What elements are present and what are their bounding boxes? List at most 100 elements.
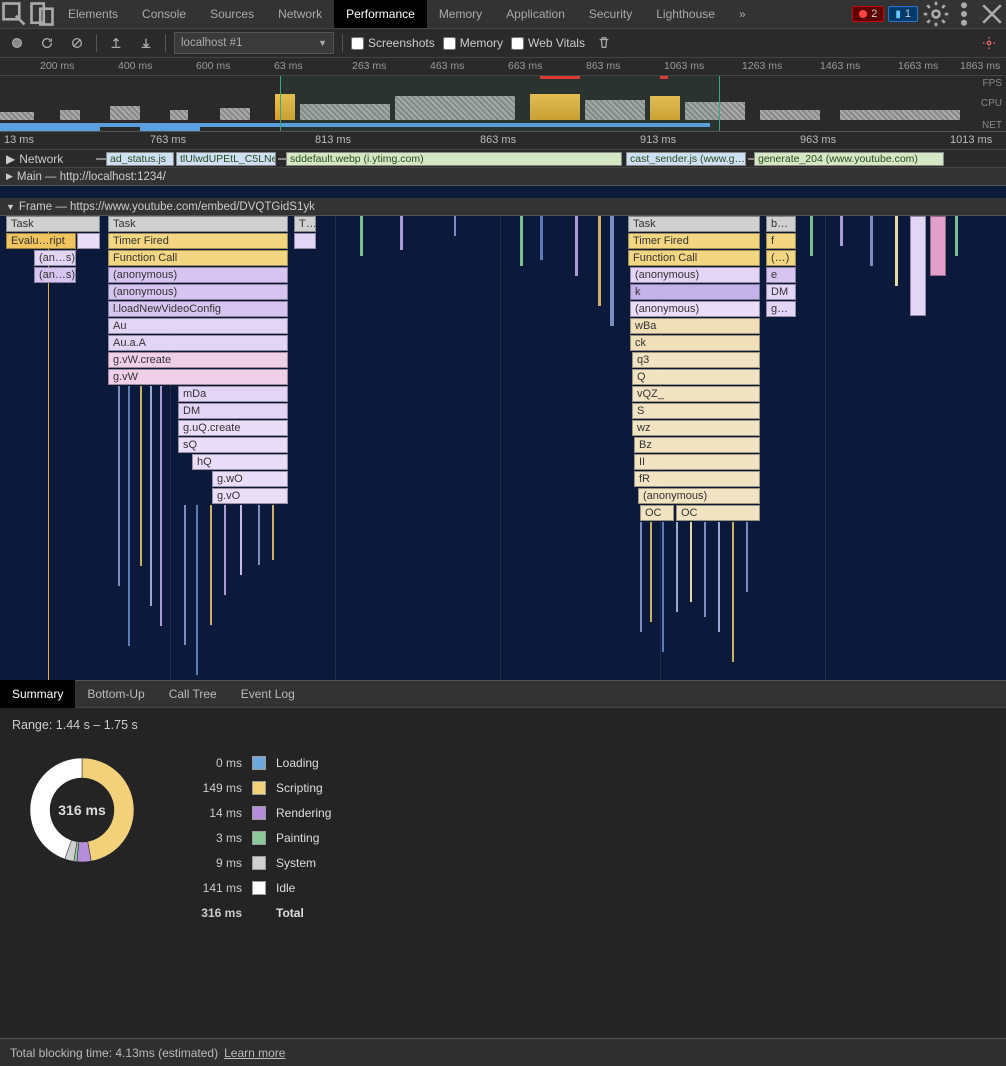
memory-checkbox[interactable]: Memory — [443, 36, 503, 50]
flame-cell[interactable]: (an…s) — [34, 267, 76, 283]
tab-network[interactable]: Network — [266, 0, 334, 28]
flame-cell[interactable]: OC — [640, 505, 674, 521]
messages-badge[interactable]: ▮1 — [888, 6, 918, 22]
main-thread[interactable]: ▶Main — http://localhost:1234/ — [0, 168, 1006, 198]
flame-cell[interactable]: (anonymous) — [108, 267, 288, 283]
tab-sources[interactable]: Sources — [198, 0, 266, 28]
flame-cell[interactable]: f — [766, 233, 796, 249]
flame-cell[interactable]: (anonymous) — [108, 284, 288, 300]
frame-flame[interactable]: Task Evalu…ript (an…s) (an…s) Task Timer… — [0, 216, 1006, 680]
flame-sliver — [454, 216, 456, 236]
tab-calltree[interactable]: Call Tree — [157, 680, 229, 708]
close-icon[interactable] — [978, 0, 1006, 28]
tab-summary[interactable]: Summary — [0, 680, 75, 708]
flame-cell[interactable]: g.vO — [212, 488, 288, 504]
network-request[interactable]: generate_204 (www.youtube.com) — [754, 152, 944, 166]
errors-badge[interactable]: 2 — [852, 6, 884, 22]
tab-security[interactable]: Security — [577, 0, 644, 28]
flame-cell[interactable]: DM — [766, 284, 796, 300]
flame-task[interactable]: Task — [628, 216, 760, 232]
network-request[interactable]: tlUlwdUPEtL_C5LNe — [176, 152, 276, 166]
flame-cell[interactable]: OC — [676, 505, 760, 521]
flame-cell[interactable]: mDa — [178, 386, 288, 402]
flame-cell[interactable]: (…) — [766, 250, 796, 266]
flame-cell[interactable]: Bz — [634, 437, 760, 453]
network-request[interactable]: ad_status.js — [106, 152, 174, 166]
flame-cell[interactable]: l.loadNewVideoConfig — [108, 301, 288, 317]
flame-ruler[interactable]: 13 ms 763 ms 813 ms 863 ms 913 ms 963 ms… — [0, 132, 1006, 150]
network-label: Network — [19, 152, 63, 166]
flame-cell[interactable]: Timer Fired — [108, 233, 288, 249]
tab-eventlog[interactable]: Event Log — [229, 680, 307, 708]
flame-cell[interactable]: (anonymous) — [630, 301, 760, 317]
flame-cell[interactable]: q3 — [632, 352, 760, 368]
tab-memory[interactable]: Memory — [427, 0, 494, 28]
flame-cell[interactable]: Function Call — [108, 250, 288, 266]
tab-performance[interactable]: Performance — [334, 0, 427, 28]
flame-cell[interactable]: g.vW — [108, 369, 288, 385]
flame-cell[interactable]: g.uQ.create — [178, 420, 288, 436]
flame-cell[interactable]: S — [632, 403, 760, 419]
flame-task[interactable]: T… — [294, 216, 316, 232]
flame-cell[interactable] — [77, 233, 100, 249]
flame-cell[interactable]: (an…s) — [34, 250, 76, 266]
flame-cell[interactable]: g… — [766, 301, 796, 317]
learn-more-link[interactable]: Learn more — [224, 1046, 285, 1060]
tab-elements[interactable]: Elements — [56, 0, 130, 28]
flame-cell[interactable]: Evalu…ript — [6, 233, 76, 249]
tab-lighthouse[interactable]: Lighthouse — [644, 0, 727, 28]
flame-cell[interactable]: b… — [766, 216, 796, 232]
tab-application[interactable]: Application — [494, 0, 577, 28]
flame-cell[interactable]: ck — [630, 335, 760, 351]
download-icon[interactable] — [135, 32, 157, 54]
upload-icon[interactable] — [105, 32, 127, 54]
flame-cell[interactable]: hQ — [192, 454, 288, 470]
flame-cell[interactable]: (anonymous) — [630, 267, 760, 283]
flame-cell[interactable]: II — [634, 454, 760, 470]
network-request[interactable]: sddefault.webp (i.ytimg.com) — [286, 152, 622, 166]
webvitals-checkbox[interactable]: Web Vitals — [511, 36, 585, 50]
frame-thread-header[interactable]: ▼Frame — https://www.youtube.com/embed/D… — [0, 198, 1006, 216]
capture-settings-icon[interactable] — [978, 32, 1000, 54]
clear-icon[interactable] — [66, 32, 88, 54]
flame-cell[interactable]: wz — [632, 420, 760, 436]
flame-cell[interactable] — [294, 233, 316, 249]
flame-sliver — [160, 386, 162, 626]
reload-icon[interactable] — [36, 32, 58, 54]
overview-selection[interactable] — [280, 76, 720, 131]
overview-ruler[interactable]: 200 ms 400 ms 600 ms 63 ms 263 ms 463 ms… — [0, 58, 1006, 76]
flame-cell[interactable]: sQ — [178, 437, 288, 453]
network-track[interactable]: ▶Network ad_status.js tlUlwdUPEtL_C5LNe … — [0, 150, 1006, 168]
tab-console[interactable]: Console — [130, 0, 198, 28]
flame-cell[interactable]: fR — [634, 471, 760, 487]
tab-bottomup[interactable]: Bottom-Up — [75, 680, 156, 708]
tab-more[interactable]: » — [727, 0, 758, 28]
flame-cell[interactable]: e — [766, 267, 796, 283]
flame-cell[interactable]: wBa — [630, 318, 760, 334]
target-select[interactable]: localhost #1▼ — [174, 32, 334, 54]
network-request[interactable]: cast_sender.js (www.g… — [626, 152, 746, 166]
flame-cell[interactable]: Au.a.A — [108, 335, 288, 351]
flame-cell[interactable]: g.wO — [212, 471, 288, 487]
screenshots-checkbox[interactable]: Screenshots — [351, 36, 435, 50]
trash-icon[interactable] — [593, 32, 615, 54]
flame-cell[interactable]: (anonymous) — [638, 488, 760, 504]
flame-cell[interactable]: Timer Fired — [628, 233, 760, 249]
inspect-icon[interactable] — [0, 0, 28, 28]
flame-cell[interactable]: Function Call — [628, 250, 760, 266]
flame-task[interactable]: Task — [6, 216, 100, 232]
settings-icon[interactable] — [922, 0, 950, 28]
overview-lanes[interactable]: FPS CPU NET — [0, 76, 1006, 132]
record-icon[interactable] — [6, 32, 28, 54]
flame-cell[interactable]: Q — [632, 369, 760, 385]
ruler-tick: 963 ms — [800, 134, 836, 146]
flame-cell[interactable]: k — [630, 284, 760, 300]
device-icon[interactable] — [28, 0, 56, 28]
flame-cell[interactable]: vQZ_ — [632, 386, 760, 402]
flame-task[interactable]: Task — [108, 216, 288, 232]
flame-cell[interactable]: g.vW.create — [108, 352, 288, 368]
flame-cell[interactable]: DM — [178, 403, 288, 419]
frame-label: Frame — https://www.youtube.com/embed/DV… — [19, 201, 315, 213]
flame-cell[interactable]: Au — [108, 318, 288, 334]
kebab-icon[interactable] — [950, 0, 978, 28]
